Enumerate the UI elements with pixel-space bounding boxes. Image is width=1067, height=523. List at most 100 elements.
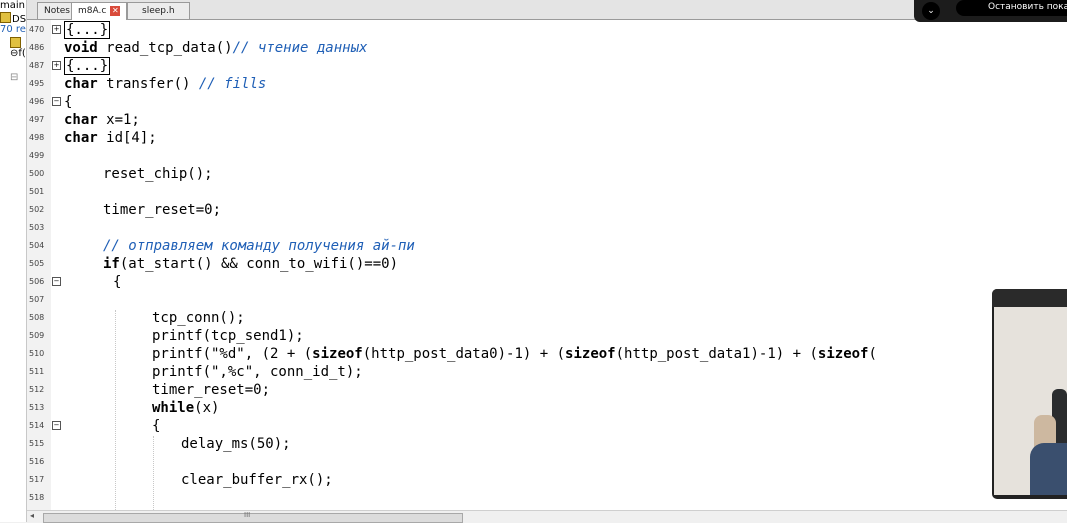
- line-number: 505: [29, 259, 45, 268]
- code-text: delay_ms(50);: [181, 436, 291, 452]
- line-number: 513: [29, 403, 45, 412]
- fold-expand-icon[interactable]: +: [52, 61, 61, 70]
- database-icon: [10, 37, 21, 48]
- line-number: 497: [29, 115, 45, 124]
- code-line: 495 char transfer() // fills: [27, 75, 1067, 93]
- fold-collapse-icon[interactable]: −: [52, 97, 61, 106]
- code-text: transfer(): [97, 76, 199, 92]
- code-line: 499: [27, 147, 1067, 165]
- code-text: timer_reset=0;: [152, 382, 271, 398]
- tree-item-label: main: [0, 0, 25, 11]
- code-line: 507: [27, 291, 1067, 309]
- line-number: 498: [29, 133, 45, 142]
- file-icon: [0, 12, 11, 23]
- code-line: 503: [27, 219, 1067, 237]
- code-comment: // чтение данных: [232, 40, 368, 56]
- fold-collapse-icon[interactable]: −: [52, 277, 61, 286]
- keyword: sizeof: [817, 346, 869, 362]
- folded-block[interactable]: {...}: [64, 57, 111, 75]
- code-line: 512 timer_reset=0;: [27, 381, 1067, 399]
- line-number: 470: [29, 25, 45, 34]
- code-line: 470 + {...}: [27, 21, 1067, 39]
- line-number: 516: [29, 457, 45, 466]
- code-line: 514 − {: [27, 417, 1067, 435]
- keyword: if: [103, 256, 120, 272]
- code-text: {: [64, 94, 73, 110]
- horizontal-scrollbar[interactable]: ◂ III: [27, 510, 1067, 523]
- fold-collapse-icon[interactable]: −: [52, 421, 61, 430]
- keyword: sizeof: [565, 346, 616, 362]
- code-line: 502 timer_reset=0;: [27, 201, 1067, 219]
- code-text: printf("%d", (2 + (: [152, 346, 313, 362]
- line-number: 503: [29, 223, 45, 232]
- code-line: 498 char id[4];: [27, 129, 1067, 147]
- code-line: 497 char x=1;: [27, 111, 1067, 129]
- code-line: 508 tcp_conn();: [27, 309, 1067, 327]
- code-line: 496 − {: [27, 93, 1067, 111]
- code-line: 517 clear_buffer_rx();: [27, 471, 1067, 489]
- code-text: printf(tcp_send1);: [152, 328, 304, 344]
- tree-item-main[interactable]: main: [0, 0, 25, 12]
- code-text: reset_chip();: [103, 166, 213, 182]
- code-text: timer_reset=0;: [103, 202, 222, 218]
- tree-item-label: 70 rec: [0, 24, 26, 35]
- code-line: 515 delay_ms(50);: [27, 435, 1067, 453]
- stop-sharing-button[interactable]: Остановить показ: [956, 0, 1067, 16]
- line-number: 507: [29, 295, 45, 304]
- folded-block[interactable]: {...}: [64, 21, 111, 39]
- code-text: {: [152, 418, 161, 434]
- code-text: {: [113, 274, 122, 290]
- fold-expand-icon[interactable]: +: [52, 25, 61, 34]
- code-line: 505 if(at_start() && conn_to_wifi()==0): [27, 255, 1067, 273]
- code-line: 518: [27, 489, 1067, 507]
- line-number: 514: [29, 421, 45, 430]
- code-editor[interactable]: 470 + {...} 486 void read_tcp_data()// ч…: [27, 20, 1067, 510]
- keyword: char: [64, 130, 98, 146]
- code-line: 504 // отправляем команду получения ай-п…: [27, 237, 1067, 255]
- tab-sleep-h[interactable]: sleep.h: [127, 2, 190, 19]
- scroll-left-icon[interactable]: ◂: [30, 511, 34, 520]
- line-number: 487: [29, 61, 45, 70]
- close-icon[interactable]: ✕: [110, 6, 121, 16]
- code-text: (x): [194, 400, 220, 416]
- code-line: 486 void read_tcp_data()// чтение данных: [27, 39, 1067, 57]
- screen-share-bar: ⌄ Остановить показ: [914, 0, 1067, 22]
- code-text: id[4];: [97, 130, 157, 146]
- line-number: 495: [29, 79, 45, 88]
- line-number: 511: [29, 367, 45, 376]
- project-tree-panel[interactable]: main DS 70 rec ⊖f( ⊟: [0, 0, 27, 522]
- code-line: 511 printf(",%c", conn_id_t);: [27, 363, 1067, 381]
- code-line: 509 printf(tcp_send1);: [27, 327, 1067, 345]
- code-text: read_tcp_data(): [97, 40, 233, 56]
- code-text: (http_post_data1)-1) + (: [615, 346, 818, 362]
- code-text: printf(",%c", conn_id_t);: [152, 364, 363, 380]
- webcam-figure: [1030, 443, 1067, 495]
- scrollbar-grip: III: [244, 511, 251, 519]
- line-number: 509: [29, 331, 45, 340]
- code-line: 513 while(x): [27, 399, 1067, 417]
- code-text: (: [868, 346, 877, 362]
- keyword: void: [64, 40, 98, 56]
- code-comment: // fills: [198, 76, 267, 92]
- tab-label: Notes: [44, 6, 70, 16]
- line-number: 502: [29, 205, 45, 214]
- line-number: 486: [29, 43, 45, 52]
- line-number: 518: [29, 493, 45, 502]
- code-line: 487 + {...}: [27, 57, 1067, 75]
- code-text: (at_start() && conn_to_wifi()==0): [119, 256, 399, 272]
- keyword: char: [64, 112, 98, 128]
- code-line: 500 reset_chip();: [27, 165, 1067, 183]
- code-text: clear_buffer_rx();: [181, 472, 333, 488]
- tab-label: m8A.c: [78, 6, 107, 16]
- code-line: 506 − {: [27, 273, 1067, 291]
- tree-collapse-icon[interactable]: ⊟: [10, 72, 18, 84]
- chevron-down-icon[interactable]: ⌄: [922, 2, 940, 20]
- tree-item-label: f(: [18, 48, 26, 59]
- webcam-preview[interactable]: [992, 289, 1067, 499]
- webcam-header: [992, 289, 1067, 307]
- tab-m8a-c[interactable]: m8A.c ✕: [71, 2, 128, 20]
- tree-item-func[interactable]: ⊖f(: [10, 48, 26, 60]
- code-line: 501: [27, 183, 1067, 201]
- code-comment: // отправляем команду получения ай-пи: [103, 238, 415, 254]
- tree-item-rec[interactable]: 70 rec: [0, 24, 26, 36]
